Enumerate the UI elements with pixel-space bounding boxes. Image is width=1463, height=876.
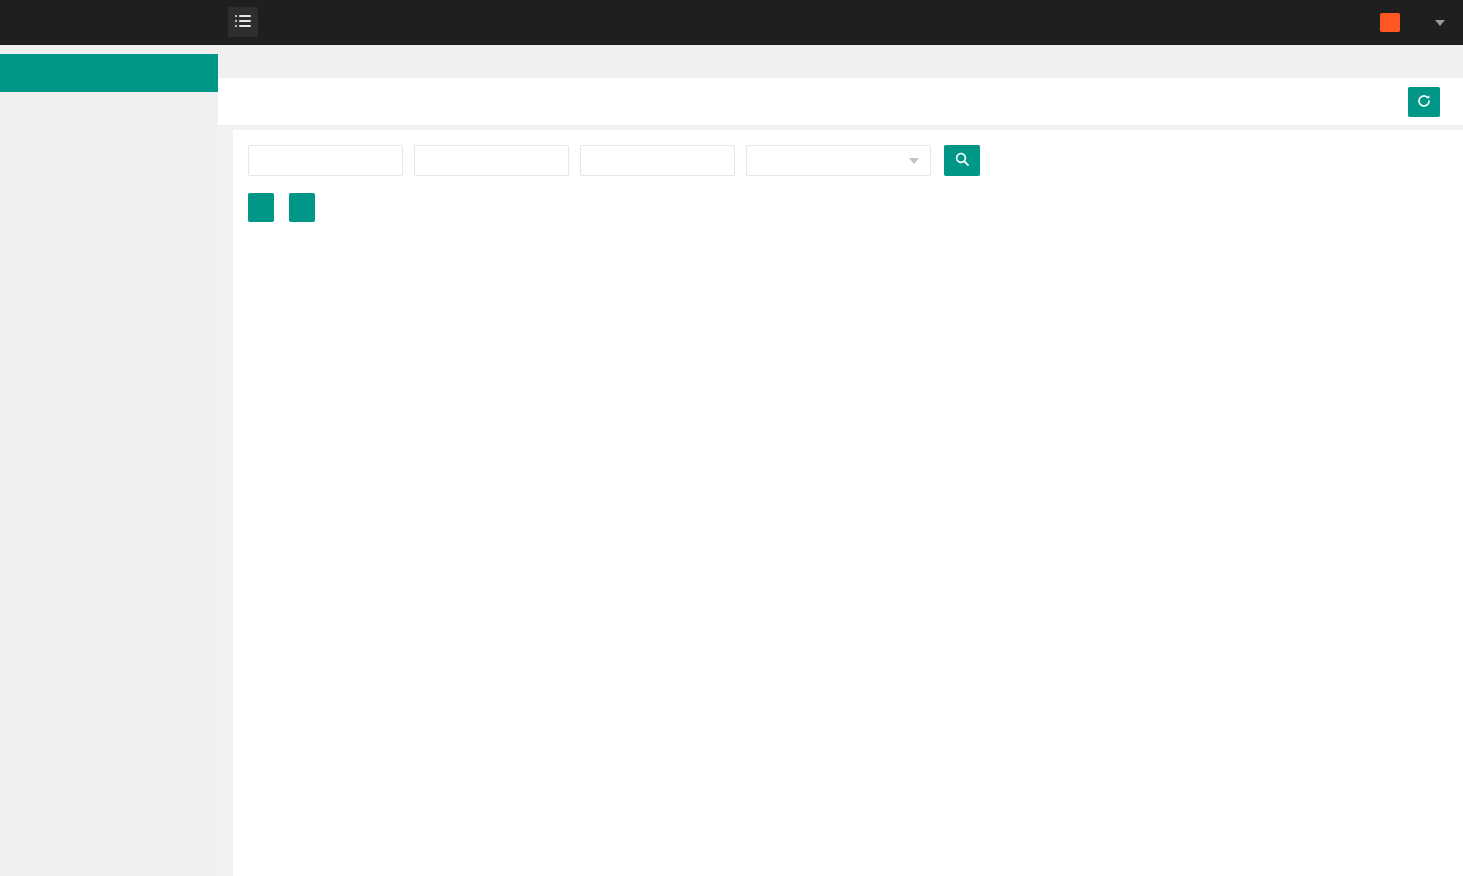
tab-bar <box>218 45 1463 78</box>
search-button[interactable] <box>944 145 980 176</box>
sidebar-item-order-list[interactable] <box>0 54 218 92</box>
user-menu[interactable] <box>1428 19 1445 26</box>
refresh-button[interactable] <box>1408 87 1440 117</box>
commission-total-badge <box>289 193 315 222</box>
start-time-input[interactable] <box>580 145 735 176</box>
search-icon <box>954 151 970 170</box>
summary-row <box>248 193 1463 222</box>
filter-row <box>248 145 1463 176</box>
top-bar <box>0 0 1463 45</box>
sidebar <box>0 45 218 876</box>
trade-total-badge <box>248 193 274 222</box>
order-number-input[interactable] <box>248 145 403 176</box>
hamburger-icon <box>235 14 251 31</box>
menu-toggle-button[interactable] <box>228 7 258 37</box>
toolbar <box>218 78 1463 126</box>
chevron-down-icon <box>1435 19 1445 26</box>
withdraw-count-badge <box>1380 13 1400 32</box>
main-area <box>218 45 1463 876</box>
content-area <box>218 126 1463 876</box>
user-number-input[interactable] <box>414 145 569 176</box>
status-select[interactable] <box>746 145 931 176</box>
withdraw-menu[interactable] <box>1373 13 1400 32</box>
order-list-panel <box>233 130 1463 876</box>
refresh-icon <box>1416 93 1432 112</box>
topbar-right <box>1373 0 1445 45</box>
chevron-down-icon <box>909 158 919 164</box>
